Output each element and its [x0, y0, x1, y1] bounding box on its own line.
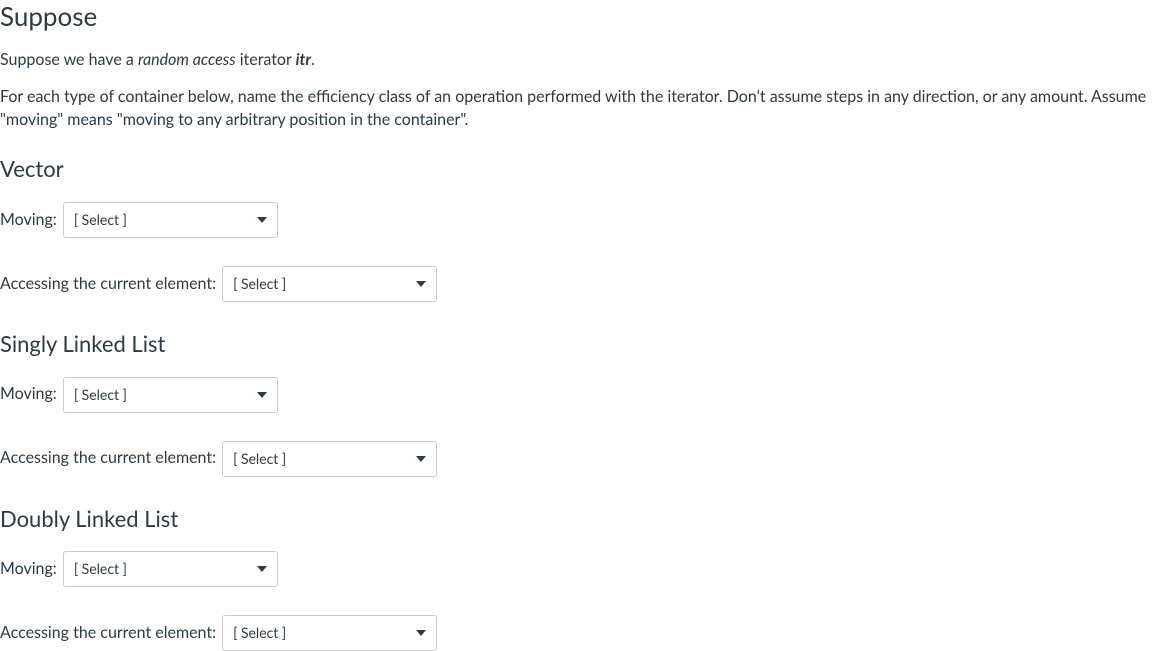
explain-paragraph: For each type of container below, name t… [0, 85, 1154, 131]
intro-suffix: . [311, 50, 315, 69]
intro-prefix: Suppose we have a [0, 50, 138, 69]
chevron-down-icon [247, 392, 277, 398]
intro-em: random access [138, 50, 236, 69]
vector-moving-row: Moving: [ Select ] [0, 202, 1154, 238]
doubly-moving-select[interactable]: [ Select ] [63, 551, 278, 587]
doubly-moving-row: Moving: [ Select ] [0, 551, 1154, 587]
chevron-down-icon [406, 281, 436, 287]
select-value: [ Select ] [223, 449, 406, 469]
chevron-down-icon [247, 566, 277, 572]
chevron-down-icon [247, 217, 277, 223]
section-heading-doubly: Doubly Linked List [0, 505, 1154, 534]
singly-moving-label: Moving: [0, 383, 57, 405]
intro-middle: iterator [236, 50, 296, 69]
vector-access-label: Accessing the current element: [0, 273, 216, 295]
vector-access-select[interactable]: [ Select ] [222, 266, 437, 302]
doubly-access-row: Accessing the current element: [ Select … [0, 615, 1154, 651]
intro-strong: itr [296, 50, 311, 69]
vector-access-row: Accessing the current element: [ Select … [0, 266, 1154, 302]
singly-access-select[interactable]: [ Select ] [222, 441, 437, 477]
singly-access-label: Accessing the current element: [0, 447, 216, 469]
section-heading-vector: Vector [0, 155, 1154, 184]
select-value: [ Select ] [64, 559, 247, 579]
page-title: Suppose [0, 0, 1154, 34]
chevron-down-icon [406, 630, 436, 636]
select-value: [ Select ] [223, 623, 406, 643]
vector-moving-select[interactable]: [ Select ] [63, 202, 278, 238]
select-value: [ Select ] [64, 385, 247, 405]
section-heading-singly: Singly Linked List [0, 330, 1154, 359]
doubly-access-label: Accessing the current element: [0, 622, 216, 644]
singly-access-row: Accessing the current element: [ Select … [0, 441, 1154, 477]
singly-moving-select[interactable]: [ Select ] [63, 377, 278, 413]
doubly-moving-label: Moving: [0, 558, 57, 580]
select-value: [ Select ] [64, 210, 247, 230]
select-value: [ Select ] [223, 274, 406, 294]
chevron-down-icon [406, 456, 436, 462]
singly-moving-row: Moving: [ Select ] [0, 377, 1154, 413]
doubly-access-select[interactable]: [ Select ] [222, 615, 437, 651]
intro-paragraph: Suppose we have a random access iterator… [0, 48, 1154, 71]
vector-moving-label: Moving: [0, 209, 57, 231]
